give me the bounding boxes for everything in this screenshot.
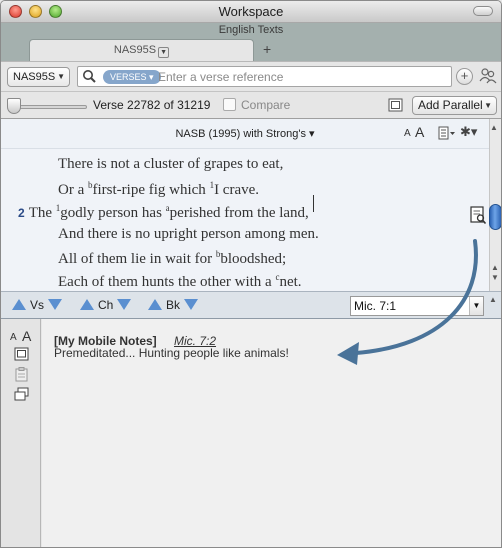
verses-filter-label: VERSES xyxy=(110,72,147,82)
tab-menu-arrow-icon[interactable]: ▼ xyxy=(158,47,170,58)
tab-label: NAS95S xyxy=(113,44,157,56)
verse-text: The xyxy=(28,205,56,221)
previous-chapter-icon[interactable] xyxy=(80,299,94,310)
workspace-window: Workspace English Texts NAS95S ▼ + NAS95S… xyxy=(0,0,502,548)
verse-text: There is not a cluster of grapes to eat, xyxy=(58,156,284,172)
chapter-nav-label: Ch xyxy=(98,298,114,312)
verse-text: Each of them hunts the other with a xyxy=(58,274,276,290)
chevron-down-icon: ▼ xyxy=(484,101,492,110)
navigation-bar: Vs Ch Bk Mic. 7:1 ▼ xyxy=(1,291,501,319)
verse-position-text: Verse 22782 of 31219 xyxy=(93,98,211,112)
tab-bar: English Texts NAS95S ▼ + xyxy=(1,23,501,61)
verse-text: All of them lie in wait for xyxy=(58,251,216,267)
add-parallel-button[interactable]: Add Parallel ▼ xyxy=(412,96,497,115)
toolbar-toggle-button[interactable] xyxy=(473,6,493,16)
tab-group-title: English Texts xyxy=(218,24,284,36)
scroll-thumb[interactable] xyxy=(489,204,501,230)
next-book-icon[interactable] xyxy=(184,299,199,310)
chevron-down-icon[interactable]: ▼ xyxy=(469,297,483,315)
note-body[interactable]: Premeditated... Hunting people like anim… xyxy=(54,346,289,360)
sync-icon[interactable] xyxy=(388,98,403,112)
gear-icon[interactable]: ✱▾ xyxy=(460,124,477,140)
verse-text: Or a xyxy=(58,182,88,198)
verse-text: And there is no upright person among men… xyxy=(58,226,319,242)
font-decrease-button[interactable]: A xyxy=(404,128,411,139)
reference-combo[interactable]: Mic. 7:1 ▼ xyxy=(350,296,484,316)
notes-content[interactable]: [My Mobile Notes] Mic. 7:2 Premeditated.… xyxy=(42,319,501,547)
search-icon[interactable] xyxy=(82,69,97,84)
verses-filter-pill[interactable]: VERSES ▾ xyxy=(103,70,161,84)
add-parallel-label: Add Parallel xyxy=(418,98,483,112)
translation-label: NASB (1995) with Strong's xyxy=(175,128,306,140)
notes-font-increase-button[interactable]: A xyxy=(22,328,31,344)
previous-verse-icon[interactable] xyxy=(12,299,26,310)
font-increase-button[interactable]: A xyxy=(415,124,424,140)
verse-line: 2 The 1godly person has aperished from th… xyxy=(18,203,309,222)
book-nav: Bk xyxy=(148,298,199,312)
verse-nav: Vs xyxy=(12,298,63,312)
verse-text: perished from the land, xyxy=(169,205,309,221)
text-pane-header: NASB (1995) with Strong's ▾ A A ✱▾ xyxy=(1,119,489,149)
nav-scroll-arrow-icon[interactable]: ▲ xyxy=(489,295,497,304)
title-bar: Workspace xyxy=(1,1,501,23)
chevron-down-icon: ▼ xyxy=(57,72,65,81)
checkbox-icon[interactable] xyxy=(223,98,236,111)
notes-sidebar: A A xyxy=(1,319,41,547)
next-verse-icon[interactable] xyxy=(48,299,63,310)
verse-line: And there is no upright person among men… xyxy=(58,226,319,243)
verse-text: I crave. xyxy=(214,182,260,198)
verse-line: Each of them hunts the other with a cnet… xyxy=(58,272,302,291)
scroll-arrows[interactable]: ▲ ▼ xyxy=(491,263,499,283)
plus-circle-icon[interactable]: + xyxy=(456,68,473,85)
verse-text: first-ripe fig which xyxy=(92,182,210,198)
verse-text: net. xyxy=(279,274,302,290)
clipboard-icon[interactable] xyxy=(14,367,29,382)
notes-font-decrease-button[interactable]: A xyxy=(10,332,17,343)
previous-book-icon[interactable] xyxy=(148,299,162,310)
next-chapter-icon[interactable] xyxy=(117,299,132,310)
add-tab-icon[interactable]: + xyxy=(263,41,271,57)
tab-nas95s[interactable]: NAS95S ▼ xyxy=(29,39,254,61)
people-icon[interactable] xyxy=(478,66,498,86)
verse-slider-track[interactable] xyxy=(11,105,87,109)
verse-slider-knob[interactable] xyxy=(7,98,21,114)
search-box: VERSES ▾ xyxy=(77,66,452,87)
verse-position-bar: Verse 22782 of 31219 Compare Add Paralle… xyxy=(1,91,501,119)
compare-checkbox[interactable]: Compare xyxy=(223,98,290,112)
verse-nav-label: Vs xyxy=(30,298,45,312)
stacked-windows-icon[interactable] xyxy=(14,387,29,402)
scroll-up-arrow-icon[interactable]: ▲ xyxy=(490,123,498,132)
notes-window-icon[interactable] xyxy=(14,347,29,362)
verse-line: Or a bfirst-ripe fig which 1I crave. xyxy=(58,180,259,199)
verse-text: bloodshed; xyxy=(220,251,287,267)
search-toolbar: NAS95S ▼ VERSES ▾ + xyxy=(1,61,501,91)
verse-line: There is not a cluster of grapes to eat, xyxy=(58,156,283,173)
resource-selector[interactable]: NAS95S ▼ xyxy=(7,67,70,87)
chapter-nav: Ch xyxy=(80,298,132,312)
reference-value: Mic. 7:1 xyxy=(354,299,397,313)
window-title: Workspace xyxy=(218,4,284,19)
verse-text: godly person has xyxy=(60,205,166,221)
compare-label: Compare xyxy=(241,98,291,112)
note-marker-icon[interactable] xyxy=(470,206,487,225)
book-nav-label: Bk xyxy=(166,298,181,312)
bible-text-area[interactable]: There is not a cluster of grapes to eat,… xyxy=(1,149,489,291)
verse-line: All of them lie in wait for bbloodshed; xyxy=(58,249,286,268)
verse-number[interactable]: 2 xyxy=(18,206,25,220)
resource-selector-value: NAS95S xyxy=(13,71,56,83)
caret xyxy=(313,195,314,212)
layout-menu-icon[interactable] xyxy=(438,126,456,140)
verse-reference-input[interactable] xyxy=(158,68,443,85)
